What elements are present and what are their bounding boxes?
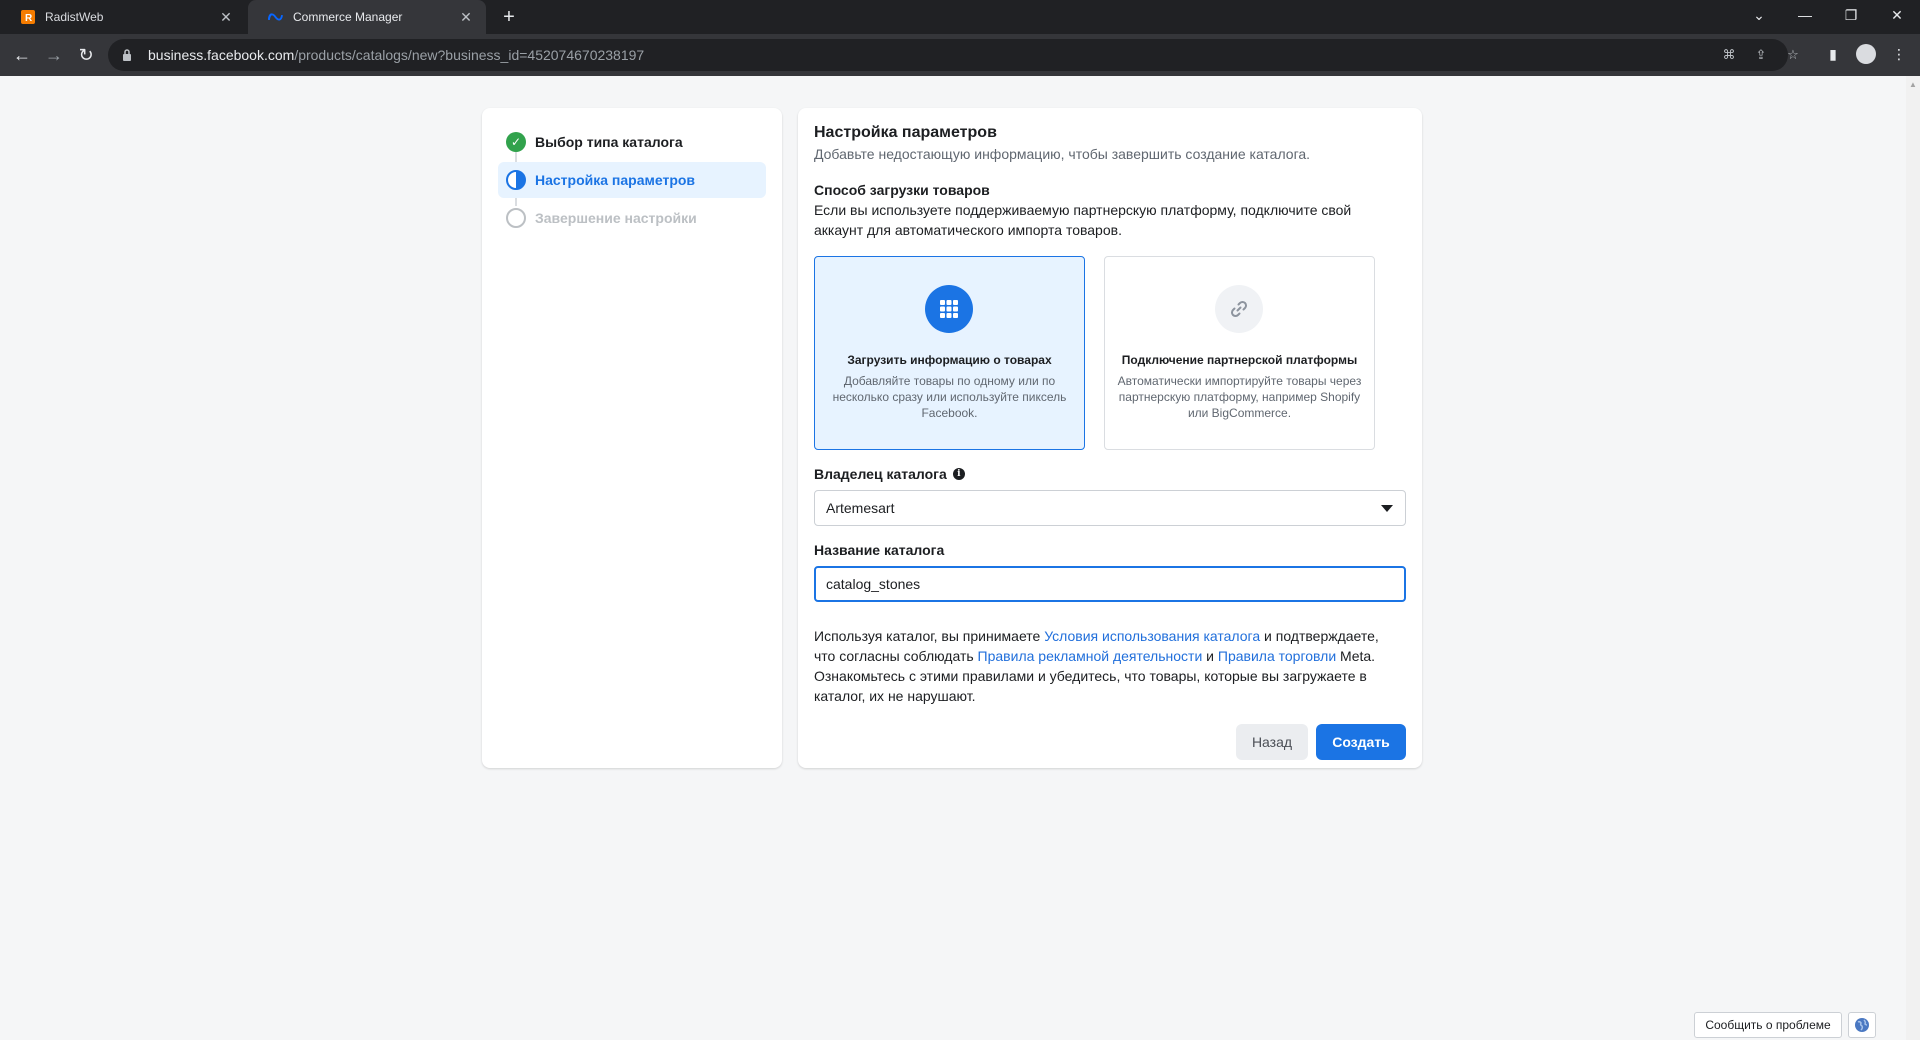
step-label: Выбор типа каталога xyxy=(535,134,683,150)
tab-radistweb[interactable]: R RadistWeb ✕ xyxy=(0,0,246,34)
upload-method-label: Способ загрузки товаров xyxy=(814,182,990,198)
terms-part: и xyxy=(1202,648,1218,664)
close-tab-icon[interactable]: ✕ xyxy=(458,9,474,26)
tab-title: Commerce Manager xyxy=(293,10,403,24)
catalog-name-label: Название каталога xyxy=(814,542,944,558)
catalog-name-label-text: Название каталога xyxy=(814,542,945,558)
tab-title: RadistWeb xyxy=(45,10,104,24)
tab-search-icon[interactable]: ⌄ xyxy=(1736,0,1782,34)
url-domain: business.facebook.com xyxy=(148,47,295,63)
create-button[interactable]: Создать xyxy=(1316,724,1406,760)
url-text: business.facebook.com/products/catalogs/… xyxy=(148,47,644,63)
catalog-owner-value: Artemesart xyxy=(826,500,895,516)
option-description: Автоматически импортируйте товары через … xyxy=(1117,374,1362,420)
option-upload-products[interactable]: Загрузить информацию о товарах Добавляйт… xyxy=(814,256,1085,450)
restore-icon[interactable]: ❐ xyxy=(1828,0,1874,34)
ad-policy-link[interactable]: Правила рекламной деятельности xyxy=(978,648,1203,664)
new-tab-button[interactable]: + xyxy=(496,4,522,30)
profile-avatar[interactable] xyxy=(1856,44,1876,64)
catalog-name-input[interactable] xyxy=(814,566,1406,602)
page-scrollbar[interactable]: ▲ xyxy=(1906,76,1920,1040)
menu-kebab-icon[interactable]: ⋮ xyxy=(1888,43,1910,65)
scroll-up-icon[interactable]: ▲ xyxy=(1909,80,1917,89)
address-bar[interactable]: business.facebook.com/products/catalogs/… xyxy=(108,39,1799,71)
catalog-terms-link[interactable]: Условия использования каталога xyxy=(1044,628,1260,644)
close-window-icon[interactable]: ✕ xyxy=(1874,0,1920,34)
step-settings[interactable]: Настройка параметров xyxy=(498,162,766,198)
tab-commerce-manager[interactable]: Commerce Manager ✕ xyxy=(248,0,486,34)
catalog-owner-label-text: Владелец каталога xyxy=(814,466,947,482)
catalog-owner-select[interactable]: Artemesart xyxy=(814,490,1406,526)
close-tab-icon[interactable]: ✕ xyxy=(218,9,234,26)
reload-icon[interactable]: ↻ xyxy=(72,41,100,69)
catalog-owner-label: Владелец каталога i xyxy=(814,466,965,482)
terms-part: Используя каталог, вы принимаете xyxy=(814,628,1045,644)
terms-text: Используя каталог, вы принимаете Условия… xyxy=(814,626,1394,706)
upload-method-description: Если вы используете поддерживаемую партн… xyxy=(814,202,1352,238)
globe-icon[interactable] xyxy=(1848,1012,1876,1038)
bookmark-star-icon[interactable]: ☆ xyxy=(1784,46,1802,64)
page-title: Настройка параметров xyxy=(814,124,997,141)
option-title: Подключение партнерской платформы xyxy=(1121,353,1358,367)
url-path: /products/catalogs/new?business_id=45207… xyxy=(294,47,645,63)
browser-tab-bar: R RadistWeb ✕ Commerce Manager ✕ + ⌄ — ❐… xyxy=(0,0,1920,34)
half-circle-icon xyxy=(506,170,526,190)
back-arrow-icon[interactable]: ← xyxy=(8,41,36,69)
step-catalog-type[interactable]: ✓ Выбор типа каталога xyxy=(498,124,766,160)
commerce-policy-link[interactable]: Правила торговли xyxy=(1218,648,1336,664)
step-finish: Завершение настройки xyxy=(498,200,766,236)
meta-favicon-icon xyxy=(268,10,283,25)
back-button[interactable]: Назад xyxy=(1236,724,1308,760)
grid-icon xyxy=(925,285,973,333)
settings-panel: Настройка параметров Добавьте недостающу… xyxy=(798,108,1422,768)
check-circle-icon: ✓ xyxy=(506,132,526,152)
step-label: Завершение настройки xyxy=(535,210,697,226)
minimize-icon[interactable]: — xyxy=(1782,0,1828,34)
caret-down-icon xyxy=(1381,505,1393,512)
svg-text:R: R xyxy=(25,13,33,24)
option-description: Добавляйте товары по одному или по неско… xyxy=(832,374,1067,420)
step-label: Настройка параметров xyxy=(535,172,696,188)
share-icon[interactable]: ⇪ xyxy=(1752,46,1770,64)
forward-arrow-icon[interactable]: → xyxy=(40,41,68,69)
option-title: Загрузить информацию о товарах xyxy=(847,353,1052,367)
steps-panel: ✓ Выбор типа каталога Настройка параметр… xyxy=(482,108,782,768)
lock-icon xyxy=(122,48,136,62)
side-panel-icon[interactable]: ▮ xyxy=(1822,43,1844,65)
option-partner-platform[interactable]: Подключение партнерской платформы Автома… xyxy=(1104,256,1375,450)
browser-toolbar: ← → ↻ business.facebook.com/products/cat… xyxy=(0,34,1920,76)
radist-favicon-icon: R xyxy=(20,10,35,25)
translate-icon[interactable]: ⌘ xyxy=(1720,46,1738,64)
info-icon[interactable]: i xyxy=(952,468,965,480)
page-subtitle: Добавьте недостающую информацию, чтобы з… xyxy=(814,146,1311,162)
report-problem-button[interactable]: Сообщить о проблеме xyxy=(1694,1012,1842,1038)
empty-circle-icon xyxy=(506,208,526,228)
link-icon xyxy=(1215,285,1263,333)
